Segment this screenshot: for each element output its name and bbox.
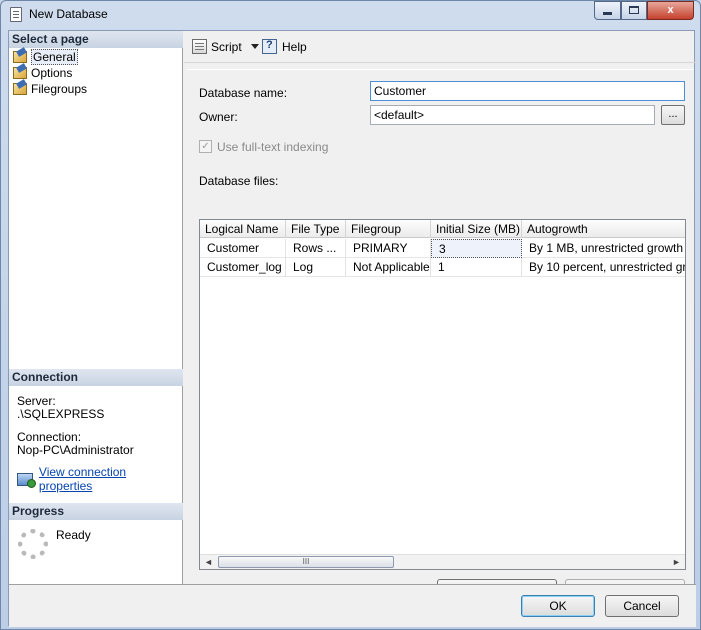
column-header-file-type[interactable]: File Type	[286, 220, 346, 238]
column-header-filegroup[interactable]: Filegroup	[346, 220, 431, 238]
database-icon	[10, 7, 22, 22]
table-row[interactable]: Customer_log Log Not Applicable 1 By 10 …	[200, 258, 685, 277]
properties-page-icon	[13, 67, 27, 79]
properties-page-icon	[13, 51, 27, 63]
close-button[interactable]: x	[647, 1, 694, 20]
cell-filegroup[interactable]: Not Applicable	[346, 258, 431, 277]
title-bar[interactable]: New Database x	[1, 1, 700, 27]
help-label: Help	[282, 39, 307, 54]
minimize-button[interactable]	[594, 1, 621, 20]
server-value: .\SQLEXPRESS	[17, 407, 105, 421]
cell-filegroup[interactable]: PRIMARY	[346, 239, 431, 258]
cell-file-type[interactable]: Rows ...	[286, 239, 346, 258]
page-item-label: Filegroups	[31, 82, 88, 96]
horizontal-scrollbar[interactable]: ◄ III ►	[200, 554, 685, 569]
cell-initial-size[interactable]: 1	[431, 258, 522, 277]
page-item-filegroups[interactable]: Filegroups	[13, 81, 87, 97]
cell-autogrowth[interactable]: By 1 MB, unrestricted growth	[522, 239, 685, 258]
cell-file-type[interactable]: Log	[286, 258, 346, 277]
fulltext-indexing-checkbox[interactable]: ✓	[199, 140, 212, 153]
progress-header: Progress	[9, 503, 183, 520]
left-pane: Select a page General Options Filegroups…	[9, 31, 183, 584]
scroll-thumb[interactable]: III	[218, 556, 394, 568]
column-header-initial-size[interactable]: Initial Size (MB)	[431, 220, 522, 238]
ok-button[interactable]: OK	[521, 595, 595, 617]
right-pane: Script Help Database name: Customer Owne…	[184, 31, 696, 601]
view-connection-properties-text[interactable]: View connection properties	[39, 465, 182, 493]
connection-value: Nop-PC\Administrator	[17, 443, 134, 457]
help-icon	[262, 39, 277, 54]
grid-header: Logical Name File Type Filegroup Initial…	[200, 220, 685, 238]
script-button[interactable]: Script	[192, 39, 259, 54]
owner-label: Owner:	[199, 110, 238, 124]
progress-spinner-icon	[18, 529, 48, 559]
page-item-options[interactable]: Options	[13, 65, 72, 81]
database-files-grid[interactable]: Logical Name File Type Filegroup Initial…	[199, 219, 686, 570]
view-connection-properties-link[interactable]: View connection properties	[17, 465, 182, 493]
database-name-input[interactable]: Customer	[370, 81, 685, 101]
database-name-label: Database name:	[199, 86, 288, 100]
chevron-down-icon[interactable]	[250, 44, 259, 49]
column-header-autogrowth[interactable]: Autogrowth	[522, 220, 685, 238]
fulltext-indexing-label: Use full-text indexing	[217, 140, 329, 154]
connection-header: Connection	[9, 369, 183, 386]
cell-logical-name[interactable]: Customer	[200, 239, 286, 258]
connection-label: Connection:	[17, 430, 82, 444]
script-icon	[192, 39, 207, 54]
scroll-right-icon[interactable]: ►	[668, 555, 685, 569]
connection-properties-icon	[17, 472, 36, 488]
select-page-header: Select a page	[9, 31, 183, 48]
maximize-button[interactable]	[621, 1, 647, 20]
general-page: Database name: Customer Owner: <default>…	[187, 69, 694, 601]
minimize-icon	[603, 11, 612, 15]
progress-status: Ready	[56, 528, 91, 542]
page-item-label: General	[31, 49, 78, 65]
help-button[interactable]: Help	[262, 39, 307, 54]
cell-autogrowth[interactable]: By 10 percent, unrestricted growt	[522, 258, 685, 277]
column-header-logical-name[interactable]: Logical Name	[200, 220, 286, 238]
new-database-dialog: New Database x Select a page General Opt…	[0, 0, 701, 630]
owner-input[interactable]: <default>	[370, 105, 655, 125]
dialog-footer: OK Cancel	[9, 584, 696, 627]
script-label: Script	[211, 39, 242, 54]
table-row[interactable]: Customer Rows ... PRIMARY 3 By 1 MB, unr…	[200, 239, 685, 258]
window-title: New Database	[29, 7, 108, 21]
cancel-button[interactable]: Cancel	[605, 595, 679, 617]
maximize-icon	[629, 6, 639, 15]
server-label: Server:	[17, 394, 56, 408]
page-item-label: Options	[31, 66, 73, 80]
scroll-left-icon[interactable]: ◄	[200, 555, 217, 569]
cell-logical-name[interactable]: Customer_log	[200, 258, 286, 277]
dialog-client-area: Select a page General Options Filegroups…	[8, 30, 696, 627]
properties-page-icon	[13, 83, 27, 95]
close-icon: x	[667, 4, 674, 16]
cell-initial-size[interactable]: 3	[431, 239, 522, 258]
owner-browse-button[interactable]: ...	[661, 105, 685, 125]
database-files-label: Database files:	[199, 174, 279, 188]
toolbar: Script Help	[184, 31, 696, 63]
